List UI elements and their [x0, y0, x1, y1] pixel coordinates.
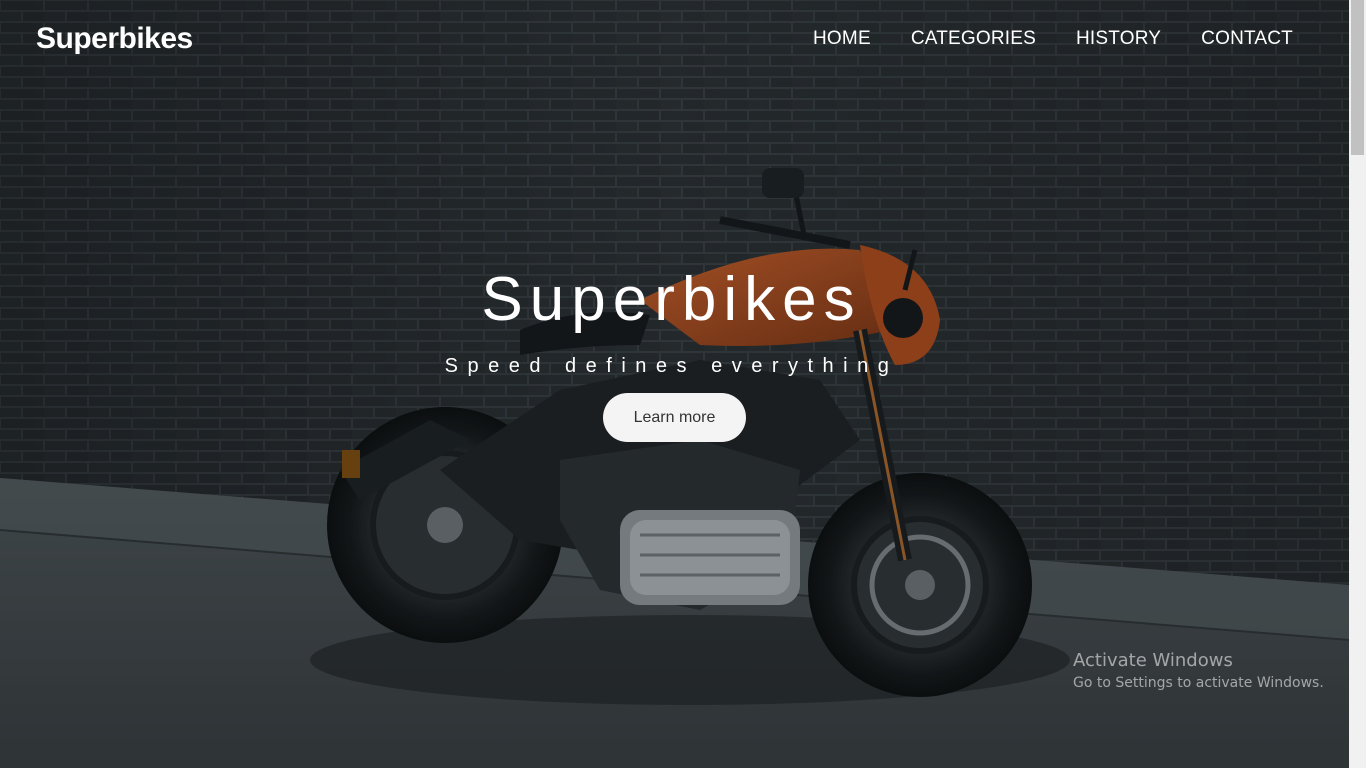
nav-item-contact[interactable]: CONTACT [1201, 28, 1293, 50]
watermark-title: Activate Windows [1073, 650, 1233, 671]
scrollbar-thumb[interactable] [1351, 0, 1364, 155]
nav-item-history[interactable]: HISTORY [1076, 28, 1161, 50]
windows-activation-watermark: Activate Windows Go to Settings to activ… [1073, 650, 1324, 691]
learn-more-button[interactable]: Learn more [603, 393, 746, 442]
page: Superbikes HOME CATEGORIES HISTORY CONTA… [0, 0, 1366, 768]
brand-logo[interactable]: Superbikes [36, 22, 193, 56]
hero-tagline: Speed defines everything [444, 355, 899, 377]
nav-item-categories[interactable]: CATEGORIES [911, 28, 1036, 50]
hero-title: Superbikes [481, 265, 862, 334]
main-nav: HOME CATEGORIES HISTORY CONTACT [813, 28, 1293, 50]
vertical-scrollbar[interactable] [1349, 0, 1366, 768]
nav-item-home[interactable]: HOME [813, 28, 871, 50]
watermark-subtitle: Go to Settings to activate Windows. [1073, 675, 1324, 691]
